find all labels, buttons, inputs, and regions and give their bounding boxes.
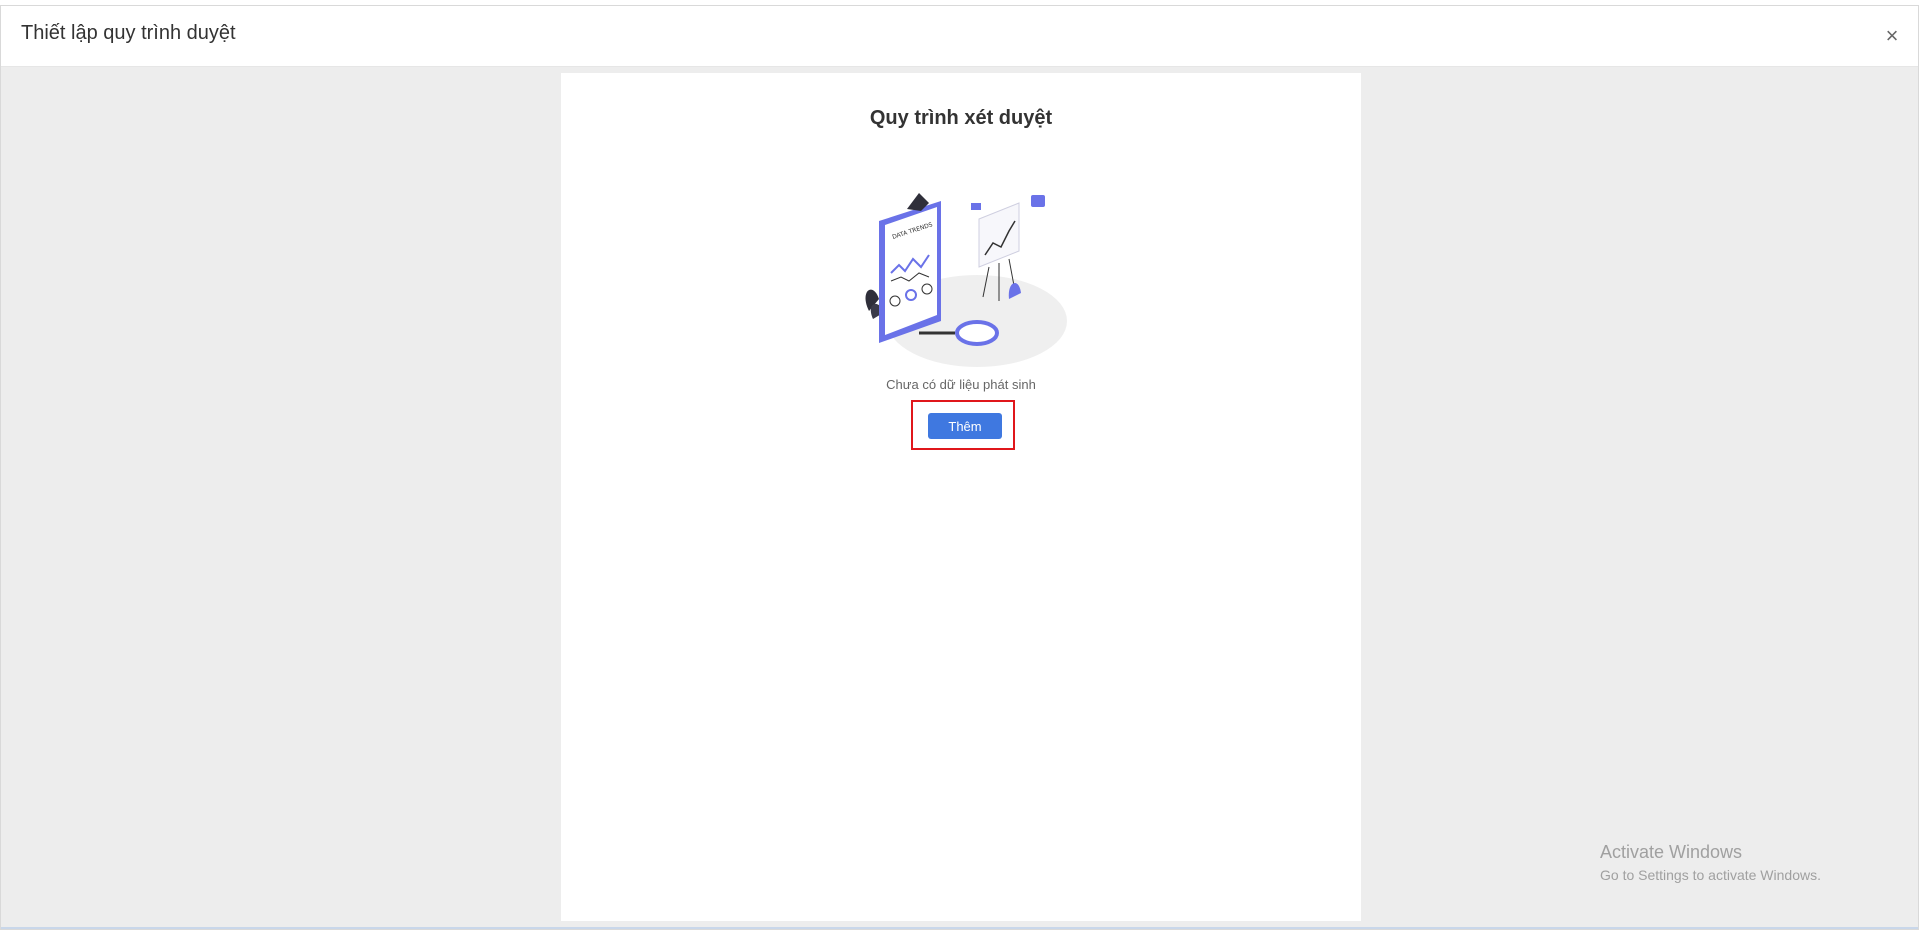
approval-process-panel: Quy trình xét duyệt DATA TRENDS Chưa có … bbox=[561, 73, 1361, 921]
add-button[interactable]: Thêm bbox=[928, 413, 1002, 439]
watermark-line-2: Go to Settings to activate Windows. bbox=[1600, 867, 1821, 883]
panel-title: Quy trình xét duyệt bbox=[869, 107, 1053, 129]
empty-state-text: Chưa có dữ liệu phát sinh bbox=[886, 377, 1036, 392]
dialog-title: Thiết lập quy trình duyệt bbox=[21, 22, 236, 44]
windows-activation-watermark: Activate Windows Go to Settings to activ… bbox=[1600, 842, 1821, 883]
bottom-divider bbox=[1, 927, 1918, 929]
approval-setup-dialog: Thiết lập quy trình duyệt × Quy trình xé… bbox=[0, 5, 1919, 930]
close-icon: × bbox=[1885, 23, 1899, 48]
data-trends-illustration: DATA TRENDS bbox=[865, 193, 1067, 367]
add-button-highlight: Thêm bbox=[911, 400, 1015, 450]
dialog-header: Thiết lập quy trình duyệt × bbox=[1, 6, 1918, 67]
close-button[interactable]: × bbox=[1880, 24, 1904, 48]
watermark-line-1: Activate Windows bbox=[1600, 842, 1743, 862]
